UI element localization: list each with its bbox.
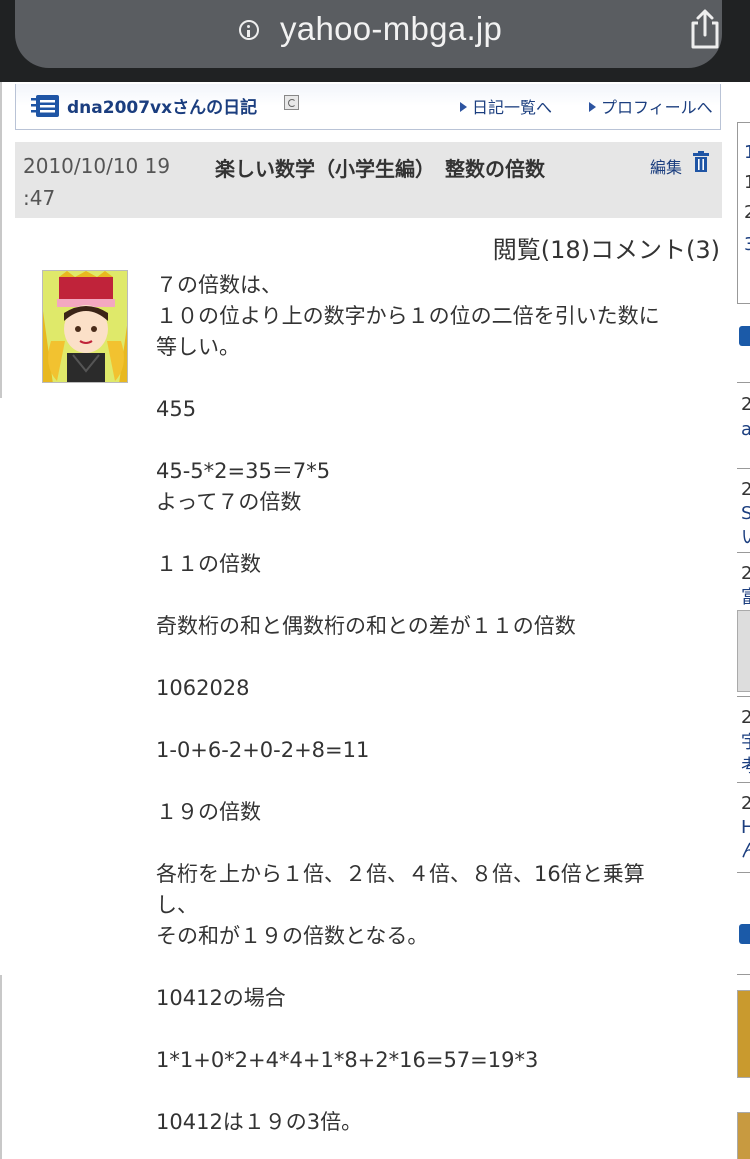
divider [737,974,750,975]
divider [737,782,750,783]
sidebar-item[interactable]: H [741,818,750,838]
entry-body-line: 等しい。 [156,335,240,359]
sidebar-item: 20 [741,793,750,814]
sidebar-item[interactable]: 考 [741,757,750,777]
entry-body: ７の倍数は、 １０の位より上の数字から１の位の二倍を引いた数に 等しい。 455 45-… [156,270,716,1138]
entry-body-line: 10412の場合 [156,986,286,1010]
profile-link[interactable]: プロフィールへ [589,94,713,118]
entry-body-line [156,518,716,549]
sidebar-box-line: 2 [744,202,750,223]
sidebar-item[interactable]: 宇 [741,733,750,753]
triangle-right-icon [460,102,467,112]
entry-body-line: １１の倍数 [156,552,261,576]
avatar[interactable] [42,270,128,383]
entry-body-line [156,580,716,611]
profile-label: プロフィールへ [601,98,713,117]
entry-body-line: 1062028 [156,676,250,700]
divider [737,468,750,469]
share-icon[interactable] [687,8,723,50]
entry-body-line [156,704,716,735]
divider [737,872,750,873]
sidebar-box-line[interactable]: 1 [744,143,750,163]
sidebar-thumbnail[interactable] [737,1112,750,1159]
entry-body-line: 455 [156,397,197,421]
entry-title-bar: 2010/10/10 19 :47 楽しい数学（小学生編） 整数の倍数 編集 [15,142,722,218]
entry-date: 2010/10/10 19 [23,154,171,178]
info-icon[interactable] [239,20,259,40]
entry-body-line [156,642,716,673]
entry-title: 楽しい数学（小学生編） 整数の倍数 [215,157,545,181]
sidebar-item[interactable]: ab [741,420,750,440]
diary-notebook-icon [31,95,59,117]
entry-body-line [156,1014,716,1045]
diary-list-link[interactable]: 日記一覧へ [460,94,552,118]
sidebar-item[interactable]: い [741,528,750,548]
divider [737,382,750,383]
entry-body-line [156,766,716,797]
entry-body-line [156,1076,716,1107]
entry-body-line: 各桁を上から１倍、２倍、４倍、８倍、16倍と乗算 [156,862,645,886]
diary-title-link[interactable]: dna2007vxさんの日記 [67,93,257,118]
entry-body-line: 45-5*2=35＝7*5 [156,459,331,483]
views-comments-count[interactable]: 閲覧(18)コメント(3) [493,230,720,265]
sidebar-thumbnail[interactable] [737,610,750,692]
page-left-edge [0,975,2,1159]
section-icon [739,924,750,944]
entry-body-line [156,828,716,859]
divider [737,552,750,553]
entry-body-line: 10412は１９の3倍。 [156,1110,363,1134]
sidebar-item: 20 [741,394,750,415]
sidebar-calendar-box: 1 1 2 3 [737,122,750,304]
right-sidebar: 1 1 2 3 20 ab （ 20 S い 20 富 20 宇 考 20 H … [735,82,750,1159]
entry-time: :47 [23,186,56,210]
entry-body-line [156,425,716,456]
entry-body-line: その和が１９の倍数となる。 [156,924,429,948]
entry-body-line: よって７の倍数 [156,490,302,514]
diary-list-label: 日記一覧へ [472,98,553,117]
edit-link[interactable]: 編集 [650,154,682,178]
entry-body-line [156,363,716,394]
sidebar-box-line[interactable]: 3 [744,235,750,255]
entry-body-line: １０の位より上の数字から１の位の二倍を引いた数に [156,304,660,328]
section-icon [739,326,750,346]
sidebar-thumbnail[interactable] [737,990,750,1078]
url-text[interactable]: yahoo-mbga.jp [280,10,502,48]
sidebar-item: （ [741,444,750,464]
entry-body-line: 1-0+6-2+0-2+8=11 [156,738,370,762]
entry-body-line: し、 [156,893,198,917]
entry-body-line: 奇数桁の和と偶数桁の和との差が１１の倍数 [156,614,576,638]
sidebar-item[interactable]: 富 [741,588,750,608]
divider [737,696,750,697]
sidebar-item[interactable]: ん [741,842,750,862]
entry-body-line: 1*1+0*2+4*4+1*8+2*16=57=19*3 [156,1048,539,1072]
address-bar[interactable]: yahoo-mbga.jp [15,0,722,68]
trash-icon[interactable] [692,151,710,173]
entry-body-line [156,952,716,983]
sidebar-item: 20 [741,563,750,584]
sidebar-item: 20 [741,707,750,728]
triangle-right-icon [589,102,596,112]
avatar-image [43,271,127,382]
sidebar-item: 20 [741,479,750,500]
browser-top-bar: yahoo-mbga.jp [0,0,750,82]
diary-header: dna2007vxさんの日記 日記一覧へ プロフィールへ [15,84,721,130]
rss-refresh-icon[interactable] [284,95,299,110]
page-left-edge [0,82,2,398]
sidebar-item[interactable]: S [741,504,750,524]
entry-body-line: １９の倍数 [156,800,261,824]
sidebar-box-line: 1 [744,172,750,193]
entry-body-line: ７の倍数は、 [156,273,282,297]
